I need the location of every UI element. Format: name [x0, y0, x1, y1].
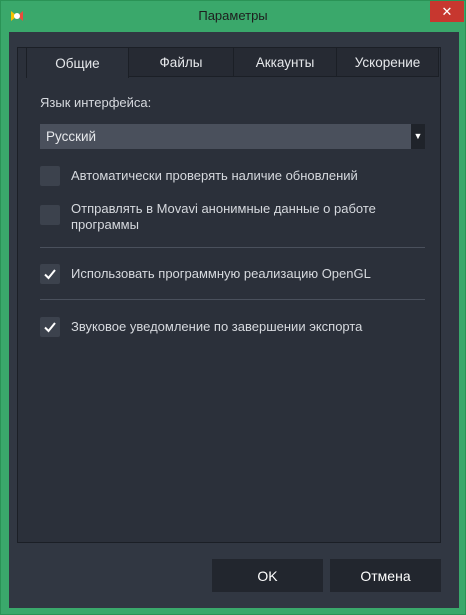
divider: [40, 299, 425, 300]
anonymous-data-checkbox[interactable]: [40, 205, 60, 225]
tab-general[interactable]: Общие: [26, 47, 129, 78]
language-label: Язык интерфейса:: [40, 95, 152, 110]
software-opengl-label: Использовать программную реализацию Open…: [71, 266, 371, 281]
export-sound-label: Звуковое уведомление по завершении экспо…: [71, 319, 363, 334]
tab-acceleration[interactable]: Ускорение: [337, 47, 439, 77]
divider: [40, 247, 425, 248]
tab-files[interactable]: Файлы: [129, 47, 234, 77]
window-title: Параметры: [198, 8, 268, 23]
language-select[interactable]: Русский ▼: [40, 124, 425, 149]
tab-bar: Общие Файлы Аккаунты Ускорение: [26, 47, 439, 78]
auto-update-label: Автоматически проверять наличие обновлен…: [71, 168, 358, 183]
title-bar[interactable]: Параметры ✕: [1, 1, 465, 32]
dropdown-arrow-icon[interactable]: ▼: [411, 124, 425, 149]
software-opengl-checkbox[interactable]: [40, 264, 60, 284]
cancel-button[interactable]: Отмена: [330, 559, 441, 592]
ok-button[interactable]: OK: [212, 559, 323, 592]
auto-update-checkbox[interactable]: [40, 166, 60, 186]
checkmark-icon: [44, 269, 56, 280]
anonymous-data-label: Отправлять в Movavi анонимные данные о р…: [71, 201, 376, 232]
checkmark-icon: [44, 322, 56, 333]
tab-accounts[interactable]: Аккаунты: [234, 47, 337, 77]
language-select-value: Русский: [46, 129, 97, 144]
tab-panel-general: [17, 47, 441, 543]
export-sound-checkbox[interactable]: [40, 317, 60, 337]
close-button[interactable]: ✕: [430, 1, 464, 22]
